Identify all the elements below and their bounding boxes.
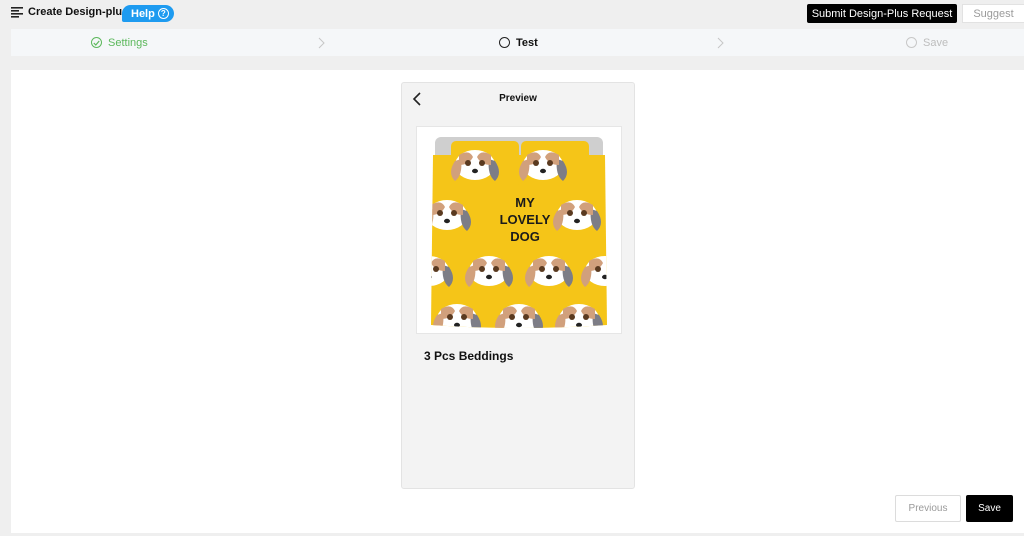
chevron-right-icon [318, 37, 325, 49]
top-bar: Create Design-plus Help ? Submit Design-… [0, 0, 1024, 26]
submit-design-plus-request-button[interactable]: Submit Design-Plus Request [807, 4, 957, 23]
step-save[interactable]: Save [906, 29, 948, 56]
check-circle-icon [91, 37, 102, 48]
step-label: Test [516, 36, 538, 49]
step-label: Settings [108, 36, 148, 49]
previous-button[interactable]: Previous [895, 495, 961, 522]
help-circle-icon: ? [157, 8, 169, 19]
app-title: Create Design-plus [28, 6, 129, 18]
help-button[interactable]: Help ? [122, 5, 174, 22]
steps-bar: Settings Test Save [11, 29, 1024, 56]
step-settings[interactable]: Settings [91, 29, 148, 56]
step-label: Save [923, 36, 949, 49]
preview-title: Preview [499, 93, 537, 104]
save-button[interactable]: Save [966, 495, 1013, 522]
product-name: 3 Pcs Beddings [424, 349, 514, 363]
bedding-text-line: MY [515, 195, 535, 210]
circle-icon [906, 37, 917, 48]
preview-panel: Preview MY LOVELY DOG 3 Pcs Beddings [401, 82, 635, 489]
bedding-text-line: LOVELY [500, 212, 551, 227]
suggest-button[interactable]: Suggest [962, 4, 1024, 23]
bedding-illustration: MY LOVELY DOG [431, 137, 607, 328]
help-label: Help [131, 7, 155, 20]
bedding-text-line: DOG [510, 229, 540, 244]
step-test[interactable]: Test [499, 29, 538, 56]
product-image[interactable]: MY LOVELY DOG [416, 126, 622, 334]
circle-icon [499, 37, 510, 48]
menu-icon[interactable] [11, 7, 23, 18]
chevron-right-icon [717, 37, 724, 49]
